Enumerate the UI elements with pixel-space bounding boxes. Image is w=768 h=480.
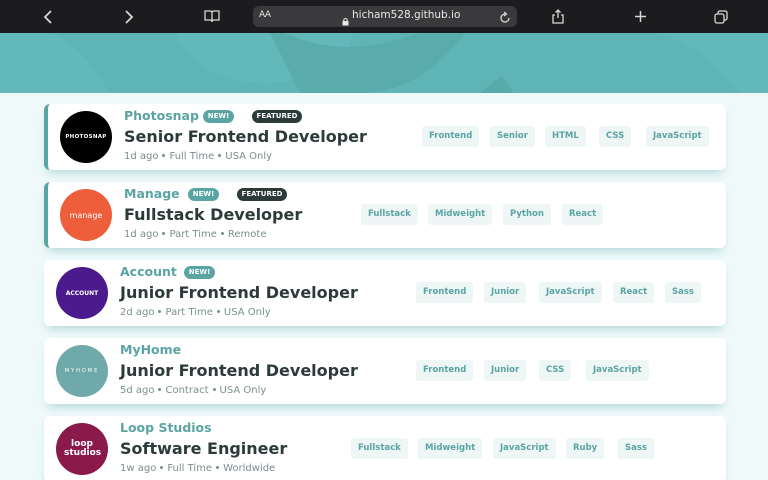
job-position[interactable]: Junior Frontend Developer bbox=[120, 361, 358, 380]
tag-button[interactable]: JavaScript bbox=[493, 438, 556, 459]
company-name: Manage bbox=[124, 186, 180, 201]
job-meta: 2d ago Part Time USA Only bbox=[120, 307, 271, 318]
job-card-loop-studios[interactable]: loop studios Loop Studios Software Engin… bbox=[44, 416, 726, 480]
tag-button[interactable]: React bbox=[613, 282, 655, 303]
tag-button[interactable]: Junior bbox=[484, 360, 527, 381]
job-position[interactable]: Junior Frontend Developer bbox=[120, 283, 358, 302]
job-meta: 1w ago Full Time Worldwide bbox=[120, 463, 275, 474]
lock-icon bbox=[342, 11, 349, 30]
logo-text: loop studios bbox=[64, 439, 102, 458]
tag-button[interactable]: HTML bbox=[545, 126, 586, 147]
address-bar[interactable]: AA hicham528.github.io bbox=[253, 6, 517, 27]
tabs-icon[interactable] bbox=[706, 0, 736, 33]
job-card-manage[interactable]: manage Manage NEW! FEATURED Fullstack De… bbox=[44, 182, 726, 248]
posted-at: 2d ago bbox=[120, 307, 155, 318]
back-icon[interactable] bbox=[33, 0, 63, 33]
tag-button[interactable]: CSS bbox=[599, 126, 632, 147]
contract-type: Part Time bbox=[165, 307, 213, 318]
tag-button[interactable]: JavaScript bbox=[586, 360, 649, 381]
logo-text: PHOTOSNAP bbox=[65, 134, 107, 140]
tag-button[interactable]: Fullstack bbox=[361, 204, 418, 225]
company-logo: PHOTOSNAP bbox=[60, 111, 112, 163]
job-location: Worldwide bbox=[223, 463, 276, 474]
tag-button[interactable]: Frontend bbox=[422, 126, 480, 147]
tag-button[interactable]: JavaScript bbox=[646, 126, 709, 147]
company-logo: ACCOUNT bbox=[56, 267, 108, 319]
tag-button[interactable]: Sass bbox=[618, 438, 654, 459]
job-location: USA Only bbox=[219, 385, 267, 396]
job-position[interactable]: Senior Frontend Developer bbox=[124, 127, 367, 146]
job-position[interactable]: Software Engineer bbox=[120, 439, 287, 458]
new-badge: NEW! bbox=[188, 188, 219, 201]
posted-at: 5d ago bbox=[120, 385, 155, 396]
featured-badge: FEATURED bbox=[237, 188, 287, 201]
job-location: USA Only bbox=[223, 307, 271, 318]
job-card-photosnap[interactable]: PHOTOSNAP Photosnap NEW! FEATURED Senior… bbox=[44, 104, 726, 170]
header-banner bbox=[0, 33, 768, 93]
job-location: Remote bbox=[227, 229, 267, 240]
company-logo: manage bbox=[60, 189, 112, 241]
company-name: Loop Studios bbox=[120, 420, 212, 435]
text-size-button[interactable]: AA bbox=[259, 10, 271, 20]
tag-button[interactable]: Frontend bbox=[416, 360, 474, 381]
tag-button[interactable]: Frontend bbox=[416, 282, 474, 303]
tag-button[interactable]: Senior bbox=[490, 126, 535, 147]
posted-at: 1w ago bbox=[120, 463, 157, 474]
logo-text: ACCOUNT bbox=[65, 289, 99, 297]
job-location: USA Only bbox=[225, 151, 273, 162]
tag-button[interactable]: Fullstack bbox=[351, 438, 408, 459]
tag-button[interactable]: Junior bbox=[484, 282, 527, 303]
posted-at: 1d ago bbox=[124, 151, 159, 162]
reader-icon[interactable] bbox=[197, 0, 227, 33]
contract-type: Full Time bbox=[167, 463, 213, 474]
tag-button[interactable]: Midweight bbox=[428, 204, 493, 225]
banner-pattern bbox=[0, 33, 768, 93]
new-tab-icon[interactable] bbox=[625, 0, 655, 33]
logo-text: MYHOME bbox=[64, 368, 100, 374]
job-position[interactable]: Fullstack Developer bbox=[124, 205, 302, 224]
url-text: hicham528.github.io bbox=[352, 9, 461, 21]
job-card-account[interactable]: ACCOUNT Account NEW! Junior Frontend Dev… bbox=[44, 260, 726, 326]
company-name: Account bbox=[120, 264, 177, 279]
company-name: MyHome bbox=[120, 342, 182, 357]
job-meta: 1d ago Part Time Remote bbox=[124, 229, 266, 240]
tag-button[interactable]: Midweight bbox=[418, 438, 483, 459]
new-badge: NEW! bbox=[203, 110, 234, 123]
contract-type: Contract bbox=[165, 385, 209, 396]
tag-button[interactable]: React bbox=[562, 204, 604, 225]
job-meta: 1d ago Full Time USA Only bbox=[124, 151, 272, 162]
share-icon[interactable] bbox=[543, 0, 573, 33]
company-logo: MYHOME bbox=[56, 345, 108, 397]
featured-badge: FEATURED bbox=[252, 110, 302, 123]
tag-button[interactable]: Sass bbox=[665, 282, 701, 303]
tag-button[interactable]: CSS bbox=[539, 360, 572, 381]
contract-type: Full Time bbox=[169, 151, 215, 162]
logo-text: manage bbox=[69, 210, 103, 220]
company-logo: loop studios bbox=[56, 423, 108, 475]
job-card-myhome[interactable]: MYHOME MyHome Junior Frontend Developer … bbox=[44, 338, 726, 404]
tag-button[interactable]: Python bbox=[503, 204, 551, 225]
contract-type: Part Time bbox=[169, 229, 217, 240]
company-name: Photosnap bbox=[124, 108, 199, 123]
tag-button[interactable]: JavaScript bbox=[539, 282, 602, 303]
posted-at: 1d ago bbox=[124, 229, 159, 240]
reload-icon[interactable] bbox=[499, 9, 511, 28]
browser-toolbar: AA hicham528.github.io bbox=[0, 0, 768, 33]
tag-button[interactable]: Ruby bbox=[566, 438, 605, 459]
job-meta: 5d ago Contract USA Only bbox=[120, 385, 266, 396]
forward-icon[interactable] bbox=[114, 0, 144, 33]
new-badge: NEW! bbox=[184, 266, 215, 279]
